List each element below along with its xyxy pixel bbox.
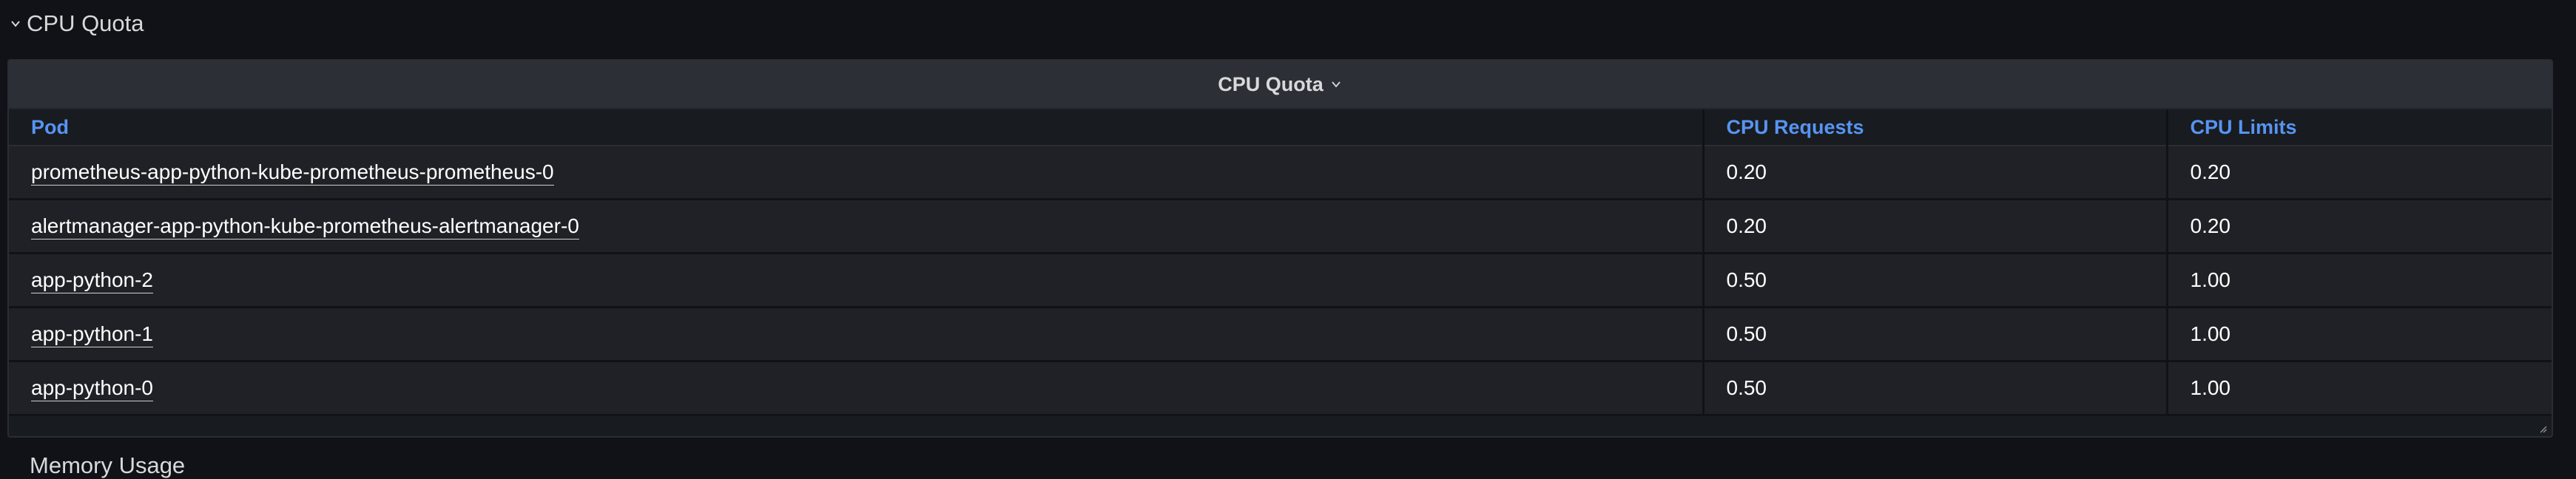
- pod-link[interactable]: prometheus-app-python-kube-prometheus-pr…: [31, 160, 554, 186]
- panel-title[interactable]: CPU Quota: [1218, 73, 1324, 96]
- column-header-cpu-requests[interactable]: CPU Requests: [1702, 109, 2167, 146]
- chevron-down-icon[interactable]: [9, 17, 22, 30]
- pod-cell: app-python-1: [9, 307, 1703, 362]
- cpu-limits-cell: 0.20: [2165, 199, 2552, 254]
- row-title: CPU Quota: [27, 10, 144, 36]
- cpu-limits-cell: 1.00: [2165, 253, 2552, 308]
- table-header-row: Pod CPU Requests CPU Limits: [9, 109, 2552, 146]
- column-header-cpu-limits[interactable]: CPU Limits: [2165, 109, 2552, 146]
- cpu-requests-cell: 0.20: [1702, 146, 2167, 200]
- cpu-requests-cell: 0.20: [1702, 199, 2167, 254]
- pod-link[interactable]: app-python-2: [31, 268, 154, 293]
- cpu-requests-cell: 0.50: [1702, 361, 2167, 416]
- table-row: app-python-1 0.50 1.00: [9, 307, 2552, 362]
- chevron-down-icon[interactable]: [1331, 78, 1343, 90]
- table-row: app-python-2 0.50 1.00: [9, 253, 2552, 308]
- cpu-requests-cell: 0.50: [1702, 253, 2167, 308]
- column-header-pod[interactable]: Pod: [9, 109, 1703, 146]
- pod-link[interactable]: app-python-1: [31, 322, 154, 347]
- table-row: prometheus-app-python-kube-prometheus-pr…: [9, 146, 2552, 200]
- table-row: app-python-0 0.50 1.00: [9, 361, 2552, 416]
- row-header-cpu-quota[interactable]: CPU Quota: [9, 6, 144, 41]
- cpu-limits-cell: 1.00: [2165, 307, 2552, 362]
- cpu-limits-cell: 1.00: [2165, 361, 2552, 416]
- resize-handle-icon[interactable]: [2537, 423, 2547, 433]
- cpu-quota-table: Pod CPU Requests CPU Limits prometheus-a…: [9, 109, 2552, 416]
- panel-header[interactable]: CPU Quota: [9, 61, 2552, 109]
- cpu-quota-panel: CPU Quota Pod CPU Requests CPU Limits pr…: [7, 59, 2553, 438]
- pod-link[interactable]: app-python-0: [31, 376, 154, 401]
- pod-cell: alertmanager-app-python-kube-prometheus-…: [9, 199, 1703, 254]
- table-row: alertmanager-app-python-kube-prometheus-…: [9, 199, 2552, 254]
- cpu-limits-cell: 0.20: [2165, 146, 2552, 200]
- pod-link[interactable]: alertmanager-app-python-kube-prometheus-…: [31, 214, 579, 239]
- pod-cell: prometheus-app-python-kube-prometheus-pr…: [9, 146, 1703, 200]
- cpu-requests-cell: 0.50: [1702, 307, 2167, 362]
- pod-cell: app-python-0: [9, 361, 1703, 416]
- pod-cell: app-python-2: [9, 253, 1703, 308]
- next-row-title[interactable]: Memory Usage: [30, 452, 185, 479]
